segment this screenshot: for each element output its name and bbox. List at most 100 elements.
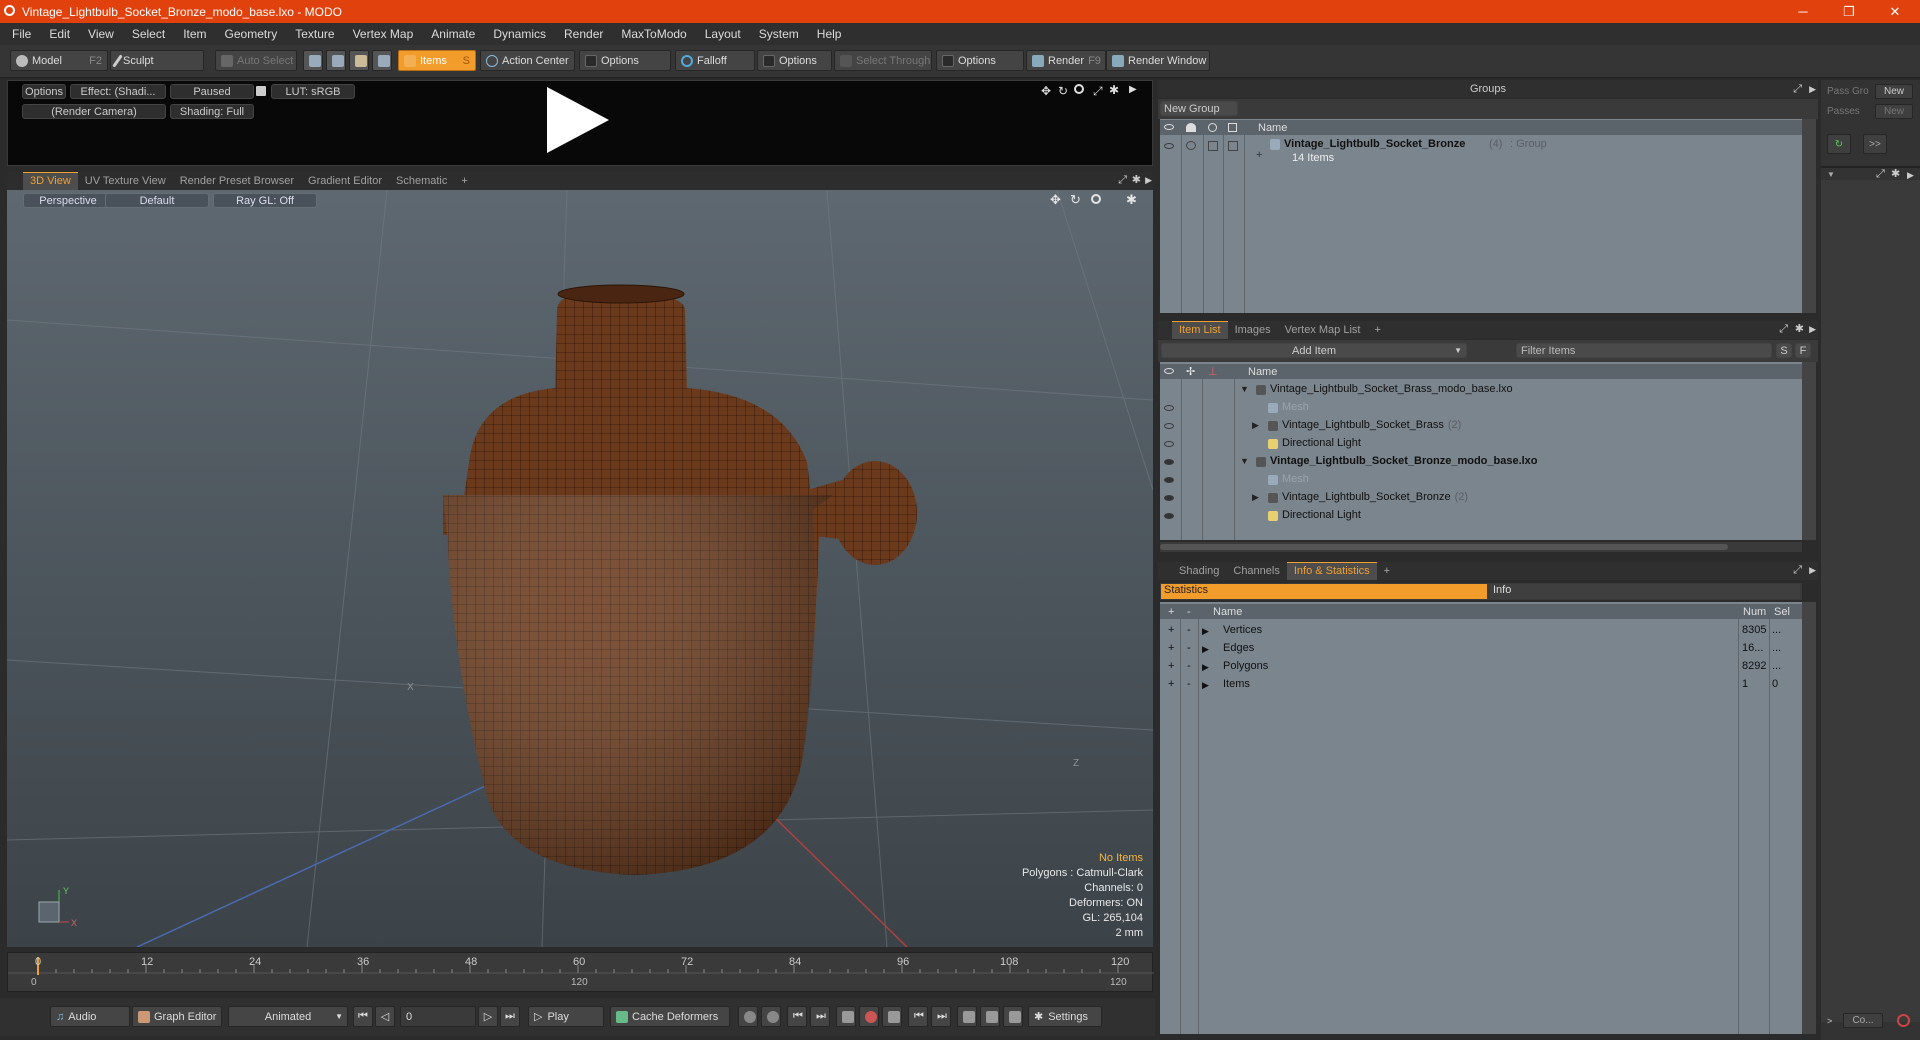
new-pass-button[interactable]: New — [1875, 104, 1913, 119]
visibility-icon[interactable] — [1164, 143, 1174, 149]
arrow-right-icon[interactable]: > — [1827, 1016, 1832, 1026]
prev-marker-button[interactable]: ⏮ — [908, 1006, 928, 1027]
expand-arrow-icon[interactable]: ▶ — [1252, 420, 1259, 431]
materials-mode-button[interactable] — [372, 50, 392, 71]
loop-button[interactable] — [957, 1006, 977, 1027]
rotate-icon[interactable]: ↻ — [1058, 84, 1068, 98]
item-row[interactable]: Directional Light — [1160, 435, 1802, 453]
collapse-arrow-icon[interactable]: ▼ — [1240, 384, 1249, 394]
menu-edit[interactable]: Edit — [40, 27, 79, 41]
expand-arrow-icon[interactable]: ▶ — [1202, 626, 1209, 637]
key-button-1[interactable] — [738, 1006, 758, 1027]
expand-stat-icon[interactable]: + — [1168, 624, 1174, 636]
expand-arrow-icon[interactable]: ▶ — [1252, 492, 1259, 503]
visibility-icon[interactable] — [1164, 459, 1174, 465]
record-icon[interactable] — [1897, 1014, 1910, 1027]
tab-info-statistics[interactable]: Info & Statistics — [1286, 562, 1377, 580]
chevron-down-icon[interactable]: ▼ — [1827, 170, 1835, 179]
menu-item[interactable]: Item — [174, 27, 215, 41]
auto-key-button[interactable] — [836, 1006, 856, 1027]
tab-schematic[interactable]: Schematic — [389, 173, 454, 190]
go-to-end-button[interactable]: ⏭ — [500, 1006, 520, 1027]
menu-vertex-map[interactable]: Vertex Map — [344, 27, 423, 41]
collapse-stat-icon[interactable]: - — [1187, 660, 1191, 672]
vertices-mode-button[interactable] — [303, 50, 323, 71]
falloff-button[interactable]: Falloff — [675, 50, 755, 71]
expand-stat-icon[interactable]: + — [1168, 678, 1174, 690]
rotate-icon[interactable]: ↻ — [1070, 192, 1081, 208]
s-button[interactable]: S — [1776, 343, 1792, 358]
add-tab-button[interactable]: + — [454, 173, 474, 190]
menu-view[interactable]: View — [79, 27, 123, 41]
expand-icon[interactable]: ⤢ — [1793, 564, 1802, 577]
key-button-2[interactable] — [761, 1006, 781, 1027]
statistics-tab[interactable]: Statistics — [1161, 584, 1487, 599]
move-icon[interactable]: ✥ — [1041, 84, 1051, 98]
zoom-icon[interactable] — [1091, 194, 1101, 204]
render-window-button[interactable]: Render Window — [1106, 50, 1210, 71]
item-row[interactable]: ▶ Vintage_Lightbulb_Socket_Bronze (2) — [1160, 489, 1802, 507]
lock-icon[interactable] — [1208, 123, 1217, 132]
group-row[interactable]: + Vintage_Lightbulb_Socket_Bronze (4) : … — [1160, 137, 1802, 167]
expand-stat-icon[interactable]: + — [1168, 660, 1174, 672]
visibility-icon[interactable] — [1164, 441, 1174, 447]
maximize-button[interactable]: ❐ — [1826, 0, 1872, 23]
3d-viewport[interactable]: Perspective Default Ray GL: Off ✥ ↻ ✱ Y … — [7, 190, 1153, 947]
close-button[interactable]: ✕ — [1872, 0, 1918, 23]
zoom-icon[interactable] — [1074, 84, 1084, 94]
arrow-right-icon[interactable]: ▶ — [1809, 565, 1816, 576]
lock-toggle-icon[interactable] — [1208, 141, 1218, 151]
raygl-dropdown[interactable]: Ray GL: Off — [213, 193, 317, 208]
add-tab-button[interactable]: + — [1367, 322, 1387, 339]
stat-row[interactable]: + - ▶ Items 1 0 — [1160, 676, 1802, 694]
stats-scrollbar[interactable] — [1802, 602, 1816, 1034]
menu-geometry[interactable]: Geometry — [216, 27, 287, 41]
stat-row[interactable]: + - ▶ Edges 16...... — [1160, 640, 1802, 658]
move-icon[interactable]: ✥ — [1050, 192, 1061, 208]
menu-dynamics[interactable]: Dynamics — [484, 27, 555, 41]
item-row[interactable]: ▶ Vintage_Lightbulb_Socket_Brass (2) — [1160, 417, 1802, 435]
item-row[interactable]: Mesh — [1160, 399, 1802, 417]
tab-render-preset-browser[interactable]: Render Preset Browser — [173, 173, 301, 190]
menu-texture[interactable]: Texture — [286, 27, 343, 41]
tab-item-list[interactable]: Item List — [1172, 321, 1228, 339]
action-center-button[interactable]: Action Center — [480, 50, 575, 71]
gear-icon[interactable]: ✱ — [1891, 167, 1900, 180]
next-marker-button[interactable]: ⏭ — [931, 1006, 951, 1027]
render-icon[interactable] — [1186, 123, 1196, 132]
expand-icon[interactable]: ⤢ — [1118, 174, 1127, 187]
f-button[interactable]: F — [1795, 343, 1811, 358]
play-preview-icon[interactable] — [547, 87, 609, 153]
preview-options-button[interactable]: Options — [22, 84, 66, 99]
co-button[interactable]: Co... — [1843, 1013, 1883, 1028]
stat-row[interactable]: + - ▶ Polygons 8292... — [1160, 658, 1802, 676]
render-camera-dropdown[interactable]: (Render Camera) — [22, 104, 166, 119]
frame-input[interactable]: 0 — [400, 1006, 476, 1027]
visibility-icon[interactable] — [1164, 477, 1174, 483]
graph-editor-button[interactable]: Graph Editor — [132, 1006, 222, 1027]
auto-select-button[interactable]: Auto Select — [215, 50, 297, 71]
expand-group-icon[interactable]: + — [1256, 149, 1262, 161]
record-button[interactable] — [859, 1006, 879, 1027]
expand-strip-button[interactable]: >> — [1863, 134, 1887, 154]
item-row[interactable]: ▼ Vintage_Lightbulb_Socket_Brass_modo_bas… — [1160, 381, 1802, 399]
select-toggle-icon[interactable] — [1228, 141, 1238, 151]
expand-icon[interactable]: ⤢ — [1779, 323, 1788, 336]
select-through-options-button[interactable]: Options — [936, 50, 1024, 71]
new-group-button[interactable]: New Group — [1160, 101, 1238, 116]
lock-column-icon[interactable]: ✢ — [1186, 365, 1195, 378]
menu-animate[interactable]: Animate — [422, 27, 484, 41]
visibility-icon[interactable] — [1164, 513, 1174, 519]
collapse-stat-icon[interactable]: - — [1187, 642, 1191, 654]
default-dropdown[interactable]: Default — [105, 193, 209, 208]
next-key-button[interactable]: ⏭ — [810, 1006, 830, 1027]
paused-button[interactable]: Paused — [170, 84, 254, 99]
expand-icon[interactable]: ⤢ — [1793, 83, 1802, 96]
menu-system[interactable]: System — [750, 27, 808, 41]
collapse-arrow-icon[interactable]: ▼ — [1240, 456, 1249, 466]
menu-file[interactable]: File — [0, 27, 40, 41]
animated-dropdown[interactable]: Animated ▼ — [228, 1006, 348, 1027]
menu-maxtomodo[interactable]: MaxToModo — [612, 27, 695, 41]
visibility-icon[interactable] — [1164, 124, 1174, 130]
next-frame-button[interactable]: ▷ — [478, 1006, 498, 1027]
